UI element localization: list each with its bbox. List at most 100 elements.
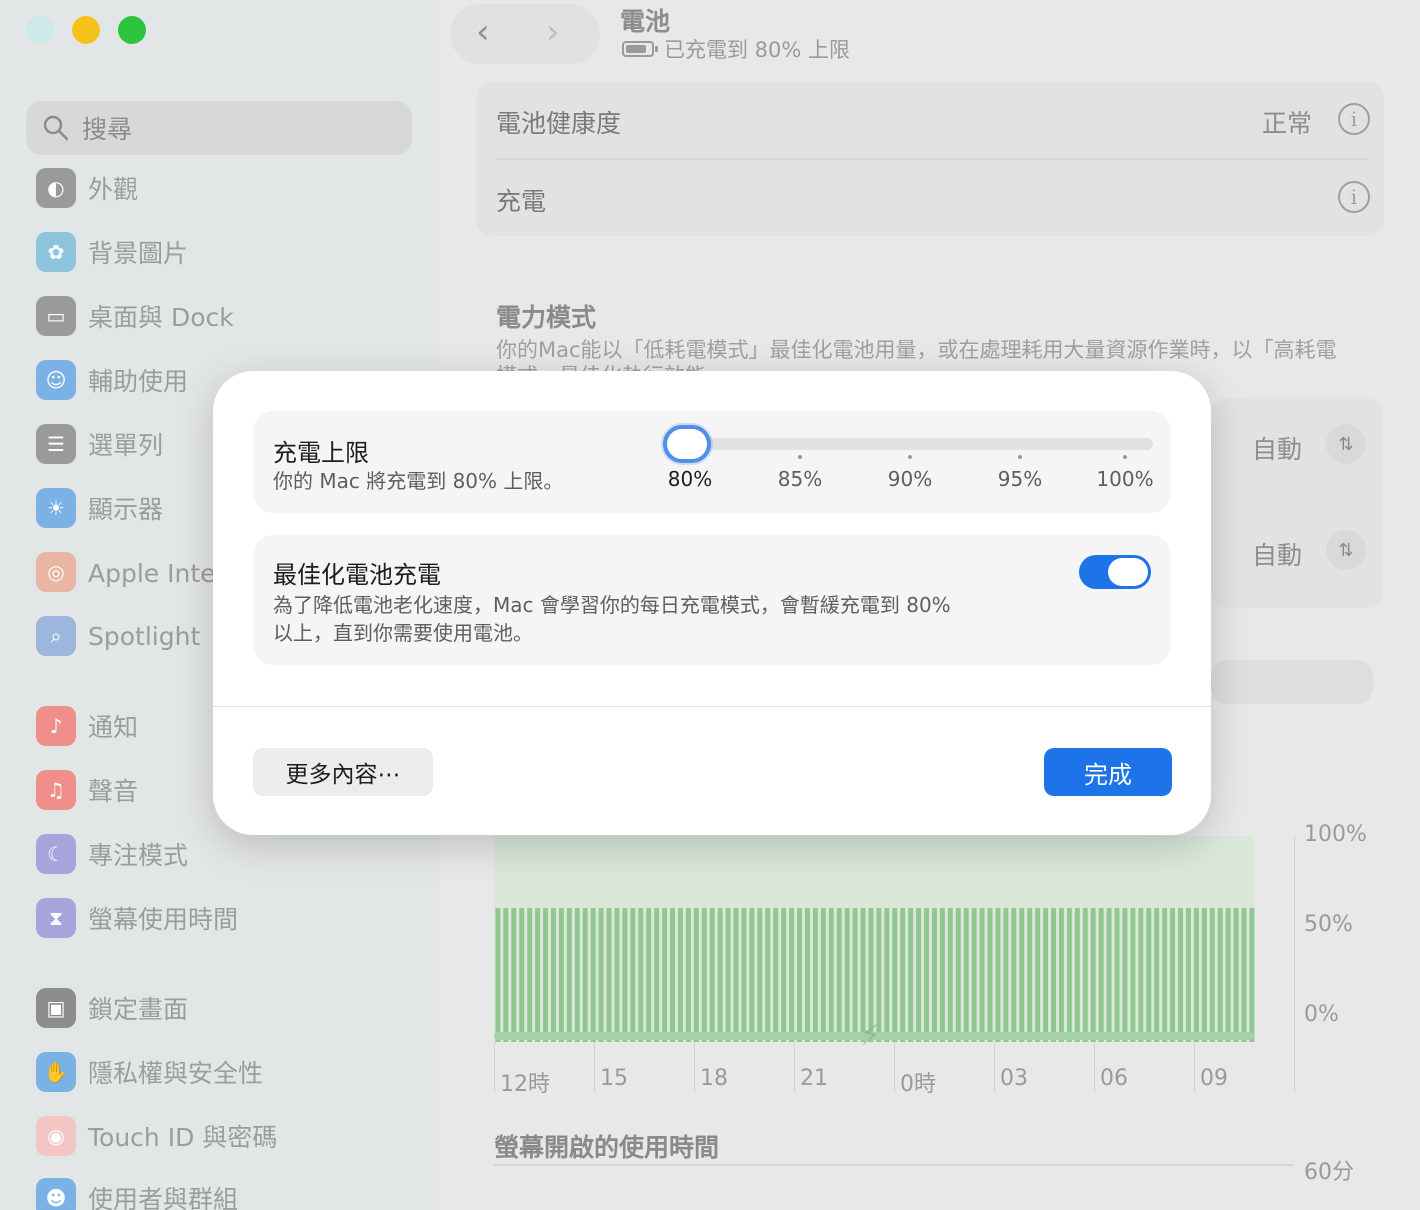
- sidebar-item[interactable]: ⧗ 螢幕使用時間: [36, 896, 238, 940]
- slider-tick-mark: [798, 455, 802, 459]
- search-input[interactable]: 搜尋: [26, 101, 412, 155]
- battery-level-bar: [685, 908, 691, 1042]
- power-mode-adapter-value[interactable]: 自動: [1252, 536, 1302, 572]
- battery-level-bar: [598, 908, 604, 1042]
- battery-level-bar: [1193, 908, 1199, 1042]
- done-button[interactable]: 完成: [1044, 748, 1172, 796]
- battery-level-bar: [574, 908, 580, 1042]
- sidebar-item[interactable]: ♪ 通知: [36, 704, 138, 748]
- battery-charging-dialog: 充電上限 你的 Mac 將充電到 80% 上限。 80% 85% 90% 95% 100…: [213, 371, 1211, 835]
- battery-level-bar: [1233, 908, 1239, 1042]
- y-tick-label: 50%: [1304, 912, 1353, 937]
- battery-level-bar: [1138, 908, 1144, 1042]
- slider-tick-label: 90%: [887, 467, 933, 491]
- sidebar-item-label: 背景圖片: [88, 239, 189, 268]
- battery-level-bar: [812, 908, 818, 1042]
- chevron-updown-icon[interactable]: ⇅: [1326, 424, 1366, 464]
- sidebar-item[interactable]: ▭ 桌面與 Dock: [36, 294, 234, 338]
- chevron-updown-icon[interactable]: ⇅: [1326, 530, 1366, 570]
- search-icon: [43, 115, 69, 141]
- sidebar-item-label: 桌面與 Dock: [88, 303, 234, 332]
- optimized-charging-toggle[interactable]: [1079, 555, 1151, 589]
- sidebar-item-label: Spotlight: [88, 621, 201, 651]
- battery-level-bar: [701, 908, 707, 1042]
- battery-level-bar: [693, 908, 699, 1042]
- battery-level-bar: [503, 908, 509, 1042]
- menubar-icon: ☰: [36, 424, 76, 464]
- battery-level-bar: [717, 908, 723, 1042]
- segment-control[interactable]: [1211, 660, 1373, 704]
- siri-icon: ◎: [36, 552, 76, 592]
- battery-level-bar: [781, 908, 787, 1042]
- slider-tick-label: 80%: [667, 467, 713, 491]
- sidebar-item[interactable]: ☻ 使用者與群組: [36, 1176, 238, 1210]
- x-tick-label: 06: [1100, 1066, 1128, 1091]
- battery-level-bar: [1066, 908, 1072, 1042]
- battery-level-bar: [741, 908, 747, 1042]
- sidebar-item[interactable]: ▣ 鎖定畫面: [36, 986, 188, 1030]
- charge-limit-slider-track[interactable]: [683, 438, 1153, 450]
- more-info-button[interactable]: 更多內容⋯: [253, 748, 433, 796]
- sidebar-item[interactable]: ☾ 專注模式: [36, 832, 188, 876]
- battery-health-info-icon[interactable]: i: [1338, 103, 1370, 135]
- sidebar-item[interactable]: ✋ 隱私權與安全性: [36, 1050, 263, 1094]
- battery-level-bar: [765, 908, 771, 1042]
- battery-level-bar: [797, 908, 802, 1042]
- battery-level-bar: [1043, 908, 1049, 1042]
- battery-level-bar: [582, 908, 588, 1042]
- sidebar-item[interactable]: ◉ Touch ID 與密碼: [36, 1114, 277, 1158]
- charge-limit-slider-knob[interactable]: [663, 425, 711, 463]
- hand-icon: ✋: [36, 1052, 76, 1092]
- power-mode-battery-value[interactable]: 自動: [1252, 430, 1302, 466]
- divider: [496, 158, 1368, 160]
- dialog-divider: [213, 706, 1211, 707]
- moon-icon: ☾: [36, 834, 76, 874]
- optimized-charging-description: 為了降低電池老化速度，Mac 會學習你的每日充電模式，會暫緩充電到 80%: [273, 593, 951, 617]
- appearance-icon: ◐: [36, 168, 76, 208]
- battery-level-bar: [1146, 908, 1152, 1042]
- battery-level-bars: [494, 836, 1255, 1042]
- battery-level-bar: [789, 908, 795, 1042]
- users-icon: ☻: [36, 1178, 76, 1210]
- close-window-button[interactable]: [26, 16, 54, 44]
- forward-chevron-icon[interactable]: ›: [546, 12, 560, 52]
- battery-level-bar: [1162, 908, 1168, 1042]
- charging-info-icon[interactable]: i: [1338, 181, 1370, 213]
- sidebar-item[interactable]: ☰ 選單列: [36, 422, 163, 466]
- flower-icon: ✿: [36, 232, 76, 272]
- battery-level-bar: [1027, 908, 1033, 1042]
- battery-level-bar: [535, 908, 541, 1042]
- sidebar-item-label: 使用者與群組: [88, 1185, 239, 1210]
- x-tick-label: 09: [1200, 1066, 1228, 1091]
- sidebar-item[interactable]: ☺ 輔助使用: [36, 358, 188, 402]
- lock-icon: ▣: [36, 988, 76, 1028]
- sidebar-item-label: 顯示器: [88, 495, 164, 524]
- slider-tick-label: 100%: [1096, 467, 1154, 491]
- charge-limit-card: 充電上限 你的 Mac 將充電到 80% 上限。 80% 85% 90% 95% 100…: [253, 411, 1171, 513]
- battery-health-label: 電池健康度: [496, 109, 622, 138]
- sidebar-item-label: 鎖定畫面: [88, 995, 189, 1024]
- sidebar-item[interactable]: ✿ 背景圖片: [36, 230, 188, 274]
- battery-level-bar: [804, 908, 810, 1042]
- battery-level-bar: [558, 908, 564, 1042]
- battery-level-bar: [630, 908, 636, 1042]
- zoom-window-button[interactable]: [118, 16, 146, 44]
- minimize-window-button[interactable]: [72, 16, 100, 44]
- battery-level-bar: [1019, 908, 1025, 1042]
- battery-level-bar: [550, 908, 556, 1042]
- battery-level-bar: [900, 908, 906, 1042]
- battery-level-bar: [1011, 908, 1017, 1042]
- sidebar-item[interactable]: ♫ 聲音: [36, 768, 138, 812]
- back-chevron-icon[interactable]: ‹: [476, 12, 490, 52]
- battery-level-bar: [1178, 908, 1183, 1042]
- sidebar-item[interactable]: ◐ 外觀: [36, 166, 138, 210]
- battery-level-bar: [519, 908, 525, 1042]
- battery-level-chart: [494, 836, 1256, 1042]
- y-tick-label: 100%: [1304, 822, 1367, 847]
- battery-level-bar: [511, 908, 517, 1042]
- sidebar-item[interactable]: ☀ 顯示器: [36, 486, 163, 530]
- battery-level-bar: [820, 908, 826, 1042]
- sidebar-item[interactable]: ⌕ Spotlight: [36, 614, 200, 658]
- slider-tick-mark: [1123, 455, 1127, 459]
- sidebar-item-label: 外觀: [88, 175, 139, 204]
